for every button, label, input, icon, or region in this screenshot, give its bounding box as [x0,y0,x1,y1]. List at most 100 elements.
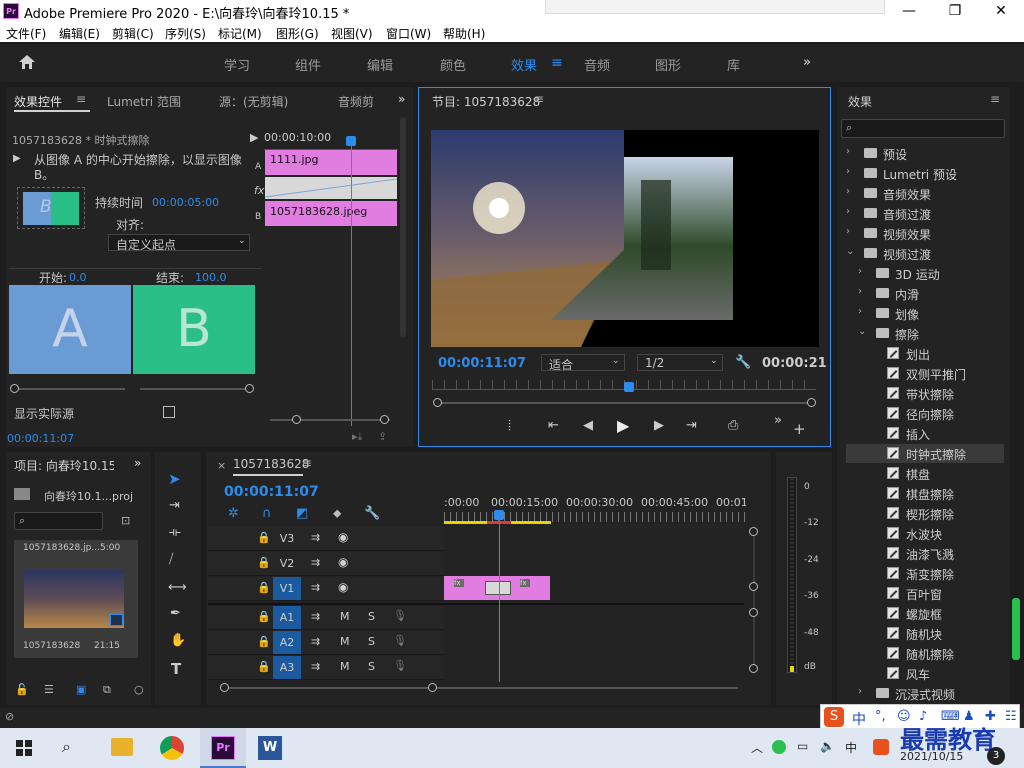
transition-on-clip[interactable] [485,581,511,595]
workspace-effects[interactable]: 效果 [511,55,537,74]
eye-icon[interactable]: ◉ [338,530,348,544]
track-target-label[interactable]: V2 [273,552,301,575]
taskbar-premiere[interactable]: Pr [200,728,246,768]
effects-folder[interactable]: ⌄ 视频过渡 [846,244,1004,263]
ec-zoom-scrollbar[interactable] [270,419,390,421]
timeline-close-icon[interactable]: × [217,459,226,472]
effects-folder[interactable]: › 内滑 [846,284,1004,303]
ime-mode[interactable]: 中 [852,709,866,729]
button-editor-icon[interactable]: » [774,413,782,428]
duration-value[interactable]: 00:00:05:00 [152,196,219,209]
effects-transition-item[interactable]: 棋盘擦除 [846,484,1004,503]
menu-window[interactable]: 窗口(W) [386,25,431,42]
snap-magnet-icon[interactable]: ∩ [262,506,272,521]
new-bin-icon[interactable]: ⊡ [121,514,130,527]
menu-graphics[interactable]: 图形(G) [276,25,319,42]
ec-zoom-handle-left[interactable] [292,415,301,424]
effects-search-input[interactable]: ⌕ [841,119,1005,138]
effects-transition-item[interactable]: 百叶窗 [846,584,1004,603]
track-lock-icon[interactable]: 🔒 [257,635,271,648]
workspace-libraries[interactable]: 库 [727,55,740,74]
program-video-frame[interactable] [431,130,819,347]
chevron-right-icon[interactable]: › [846,186,850,197]
workspace-assembly[interactable]: 组件 [295,55,321,74]
track-target-label[interactable]: V1 [273,577,301,600]
workspace-learn[interactable]: 学习 [224,55,250,74]
effects-transition-item[interactable]: 风车 [846,664,1004,683]
sogou-tray-icon[interactable] [873,739,889,755]
filter-icon[interactable]: ▸⤓ [352,430,362,444]
effects-scrollbar[interactable] [1012,598,1020,660]
effects-folder[interactable]: › 沉浸式视频 [846,684,1004,703]
tray-app-icon[interactable] [772,740,786,754]
program-current-timecode[interactable]: 00:00:11:07 [438,356,526,371]
mic-icon[interactable]: 🎙 [393,659,407,672]
effects-transition-item[interactable]: 渐变擦除 [846,564,1004,583]
export-frame-icon[interactable]: ⎙ [728,418,738,433]
a-scroll-handle-top[interactable] [749,608,758,617]
track-target-label[interactable]: A2 [273,631,301,654]
start-slider-track[interactable] [15,388,125,390]
show-actual-sources-checkbox[interactable] [163,406,175,418]
panel-overflow-icon[interactable]: » [398,92,405,106]
workspace-menu-icon[interactable]: ≡ [551,55,563,71]
menu-view[interactable]: 视图(V) [331,25,373,42]
mic-icon[interactable]: 🎙 [393,609,407,622]
solo-button[interactable]: S [368,660,375,673]
effects-folder[interactable]: › 3D 运动 [846,264,1004,283]
zoom-icon[interactable]: ○ [134,683,144,696]
volume-icon[interactable]: 🔈 [820,739,835,753]
timeline-h-scroll[interactable] [228,687,738,689]
tray-chevron-icon[interactable]: ︿ [751,739,763,756]
effects-transition-item[interactable]: 带状擦除 [846,384,1004,403]
solo-button[interactable]: S [368,635,375,648]
effects-folder[interactable]: › 预设 [846,144,1004,163]
go-to-in-icon[interactable]: ⇤ [548,418,559,433]
step-forward-icon[interactable]: ▶︎ [654,418,664,433]
search-icon[interactable]: ⌕ [62,737,71,757]
tab-menu-icon[interactable]: ≡ [76,92,86,106]
chevron-right-icon[interactable]: › [858,266,862,277]
tab-source[interactable]: 源：(无剪辑) [219,93,288,110]
end-value[interactable]: 100.0 [195,271,227,284]
chevron-right-icon[interactable]: › [846,146,850,157]
track-target-label[interactable]: A3 [273,656,301,679]
lock-icon[interactable]: 🔓 [15,683,29,696]
ec-play-icon[interactable]: ▶ [250,131,258,144]
timeline-v-scroll[interactable] [753,530,755,670]
tab-effect-controls[interactable]: 效果控件 [14,93,62,110]
icon-view-icon[interactable]: ▣ [76,683,86,696]
file-explorer-icon[interactable] [111,738,133,756]
mic-icon[interactable]: 🎙 [393,634,407,647]
menu-edit[interactable]: 编辑(E) [59,25,100,42]
ripple-edit-tool-icon[interactable]: ⟛ [169,525,181,540]
export-icon[interactable]: ⇪ [378,430,387,443]
selection-tool-icon[interactable]: ➤ [168,470,188,492]
sogou-ime-icon[interactable]: S [824,707,844,727]
sync-lock-icon[interactable]: ⇉ [311,556,320,569]
mute-button[interactable]: M [340,660,350,673]
tab-lumetri-scopes[interactable]: Lumetri 范围 [107,93,181,110]
ec-vertical-scrollbar[interactable] [400,117,406,337]
nest-icon[interactable]: ✲ [228,506,239,521]
chevron-right-icon[interactable]: › [858,686,862,697]
chevron-right-icon[interactable]: › [846,166,850,177]
chevron-right-icon[interactable]: › [858,306,862,317]
effects-transition-item[interactable]: 随机块 [846,624,1004,643]
step-back-icon[interactable]: ◀︎ [583,418,593,433]
a-scroll-handle-bot[interactable] [749,664,758,673]
effects-transition-item[interactable]: 水波块 [846,524,1004,543]
workspace-more-icon[interactable]: » [803,55,811,70]
effects-transition-item[interactable]: 径向擦除 [846,404,1004,423]
sync-lock-icon[interactable]: ⇉ [311,610,320,623]
effects-folder[interactable]: › 音频效果 [846,184,1004,203]
ec-clip-b[interactable]: 1057183628.jpeg [265,201,397,226]
ec-transition-bar[interactable] [265,177,397,199]
hand-tool-icon[interactable]: ✋ [170,633,186,648]
eye-icon[interactable]: ◉ [338,580,348,594]
ec-preview-play-icon[interactable]: ▶ [13,153,22,164]
sync-lock-icon[interactable]: ⇉ [311,531,320,544]
effects-transition-item[interactable]: 插入 [846,424,1004,443]
project-overflow-icon[interactable]: » [134,456,141,470]
add-button-icon[interactable]: + [793,420,806,438]
